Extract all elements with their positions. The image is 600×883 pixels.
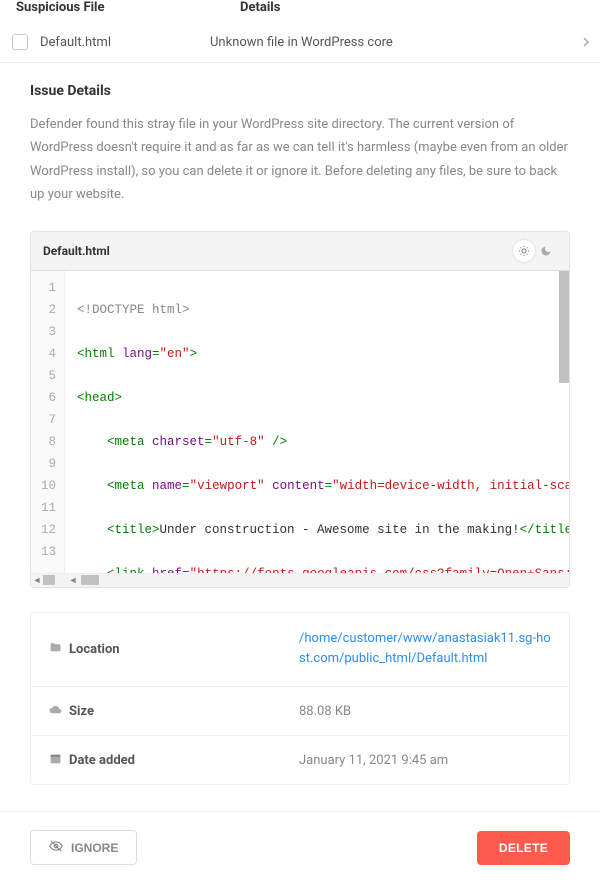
file-checkbox[interactable] — [12, 34, 28, 50]
meta-value-size: 88.08 KB — [299, 704, 551, 719]
meta-label-date: Date added — [69, 753, 299, 768]
scroll-left-icon[interactable]: ◄ — [67, 574, 79, 586]
code-card-header: Default.html — [31, 232, 569, 271]
file-detail: Unknown file in WordPress core — [210, 35, 590, 50]
issue-details-panel: Issue Details Defender found this stray … — [0, 63, 600, 785]
meta-row-size: Size 88.08 KB — [31, 687, 569, 736]
issue-description: Defender found this stray file in your W… — [30, 113, 570, 207]
calendar-icon — [49, 752, 69, 768]
code-filename: Default.html — [43, 244, 513, 258]
light-theme-icon[interactable] — [513, 240, 535, 262]
footer-actions: IGNORE DELETE — [0, 812, 600, 883]
col-header-details: Details — [210, 0, 590, 15]
ignore-button[interactable]: IGNORE — [30, 830, 137, 865]
code-content: <!DOCTYPE html> <html lang="en"> <head> … — [65, 271, 569, 573]
eye-off-icon — [49, 839, 63, 856]
meta-value-location[interactable]: /home/customer/www/anastasiak11.sg-host.… — [299, 629, 551, 671]
meta-label-size: Size — [69, 704, 299, 719]
line-gutter: 1 2 3 4 5 6 7 8 9 10 11 12 13 — [31, 271, 65, 573]
meta-value-date: January 11, 2021 9:45 am — [299, 753, 551, 768]
col-header-file: Suspicious File — [10, 0, 210, 15]
file-name: Default.html — [40, 35, 210, 50]
vertical-scrollbar[interactable] — [559, 271, 569, 559]
meta-row-location: Location /home/customer/www/anastasiak11… — [31, 613, 569, 688]
cloud-icon — [49, 703, 69, 719]
dark-theme-icon[interactable] — [535, 240, 557, 262]
file-meta-table: Location /home/customer/www/anastasiak11… — [30, 612, 570, 786]
delete-button[interactable]: DELETE — [477, 831, 570, 865]
table-header: Suspicious File Details — [0, 0, 600, 22]
horizontal-scrollbar[interactable]: ◄ ◄ — [31, 573, 569, 587]
meta-row-date: Date added January 11, 2021 9:45 am — [31, 736, 569, 784]
ignore-label: IGNORE — [71, 841, 118, 855]
folder-icon — [49, 641, 69, 657]
expand-caret-icon[interactable] — [582, 36, 592, 51]
meta-label-location: Location — [69, 642, 299, 657]
suspicious-file-row[interactable]: Default.html Unknown file in WordPress c… — [0, 22, 600, 63]
scroll-left-icon[interactable]: ◄ — [31, 574, 43, 586]
code-viewer[interactable]: 1 2 3 4 5 6 7 8 9 10 11 12 13 <!DOCTYPE … — [31, 271, 569, 573]
issue-title: Issue Details — [30, 83, 570, 99]
code-card: Default.html 1 2 3 4 5 6 7 8 9 10 11 12 — [30, 231, 570, 588]
